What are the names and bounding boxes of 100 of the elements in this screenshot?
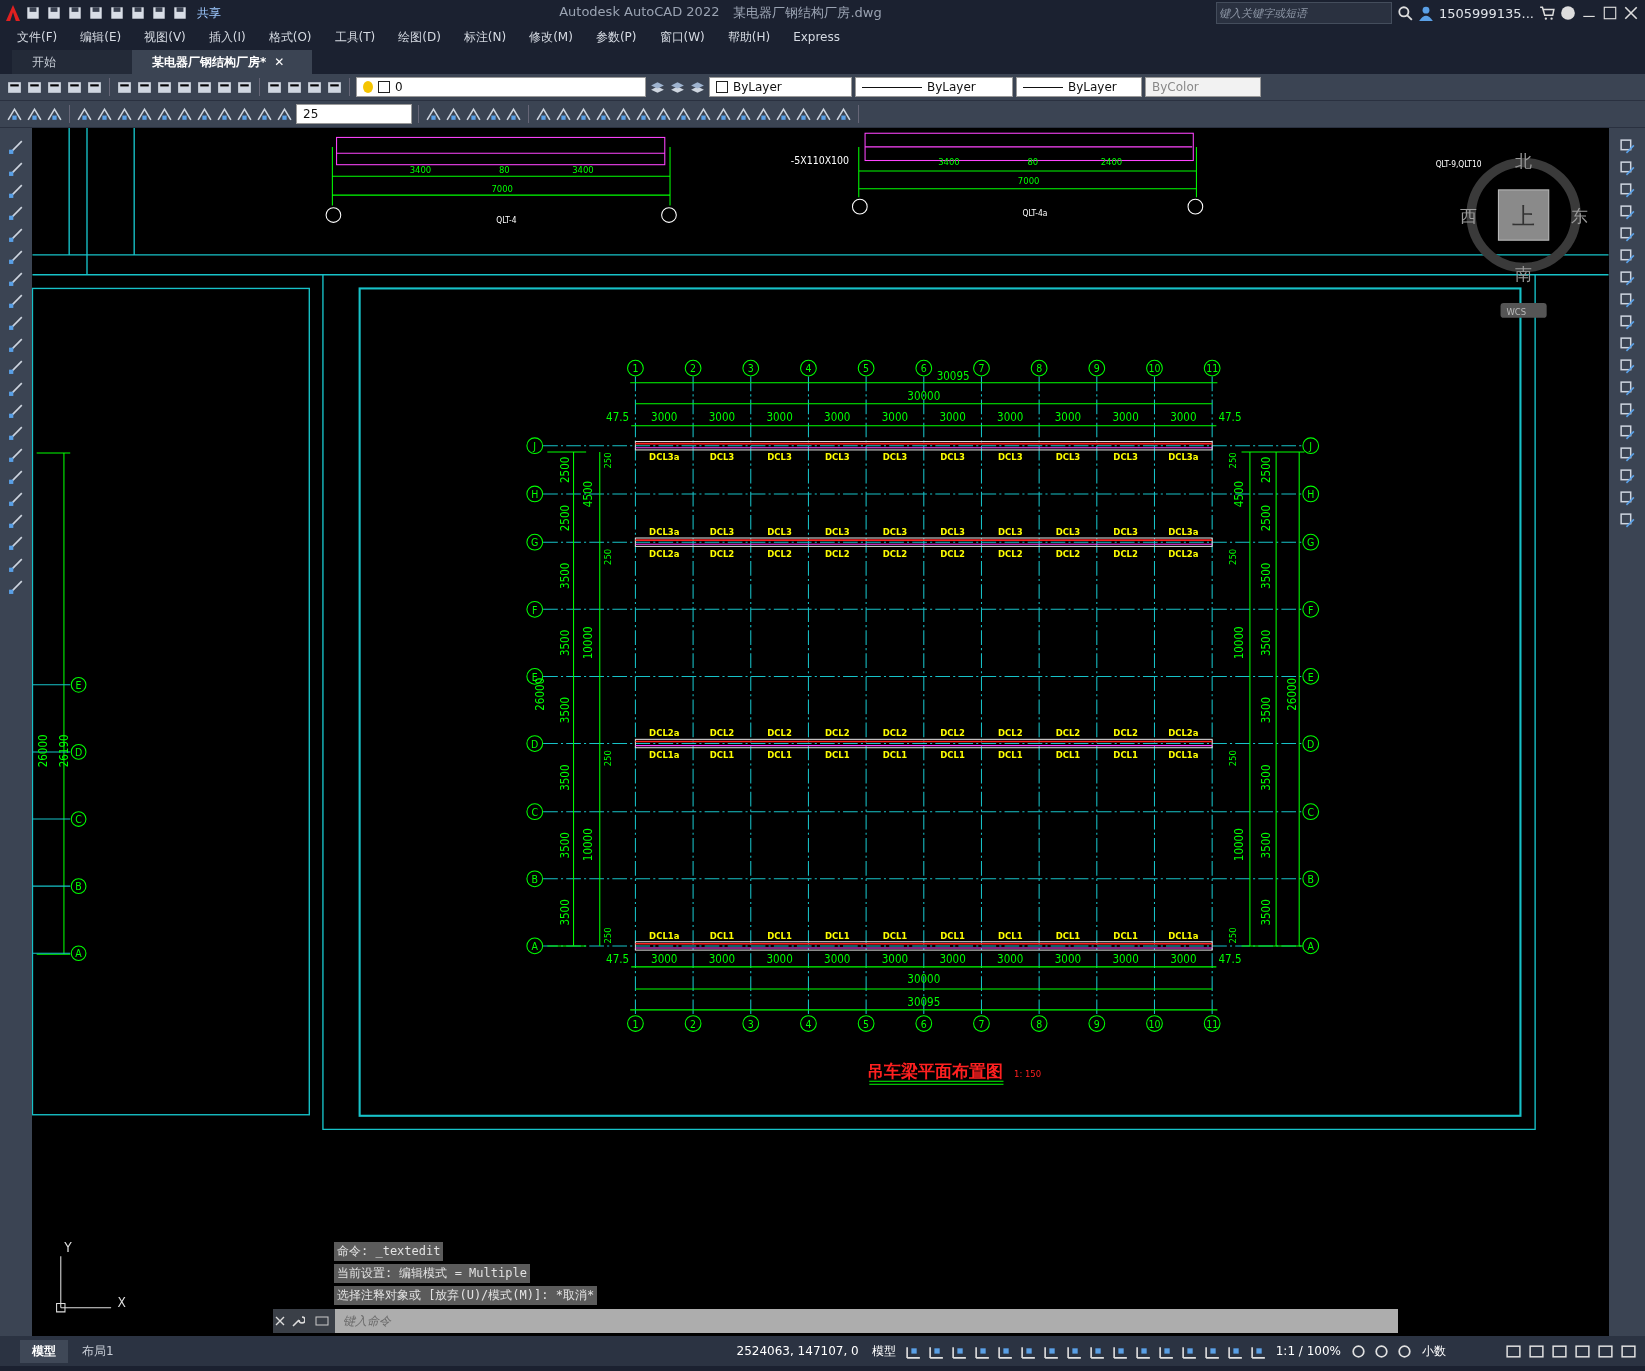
tool-icon[interactable] <box>755 105 772 123</box>
compass-label[interactable]: 北 <box>1515 150 1533 171</box>
maximize-icon[interactable] <box>1602 5 1618 21</box>
search-field[interactable]: 键入关键字或短语 <box>1215 2 1392 24</box>
quick-access-icon[interactable] <box>172 5 188 21</box>
menu-item[interactable]: 窗口(W) <box>659 28 705 46</box>
status-toggle-icon[interactable] <box>1396 1342 1413 1360</box>
modify-tool-icon[interactable] <box>1618 270 1636 287</box>
menu-item[interactable]: 修改(M) <box>529 28 573 46</box>
modify-tool-icon[interactable] <box>1618 226 1636 243</box>
command-icon[interactable] <box>315 1314 329 1328</box>
tool-icon[interactable] <box>635 105 652 123</box>
tool-icon[interactable] <box>735 105 752 123</box>
color-dropdown[interactable]: ByLayer <box>709 77 852 97</box>
modify-tool-icon[interactable] <box>1618 490 1636 507</box>
modify-tool-icon[interactable] <box>1618 424 1636 441</box>
draw-tool-icon[interactable] <box>7 534 25 551</box>
wcs-menu[interactable] <box>1500 303 1547 318</box>
tool-icon[interactable] <box>835 105 852 123</box>
compass-label[interactable]: 西 <box>1459 206 1477 227</box>
layout-tab[interactable]: 模型 <box>20 1339 68 1363</box>
menu-item[interactable]: 参数(P) <box>595 28 637 46</box>
app-logo-icon[interactable] <box>6 5 20 21</box>
tool-icon[interactable] <box>505 105 522 123</box>
status-toggle-icon[interactable] <box>1350 1342 1367 1360</box>
document-tab[interactable]: 开始 <box>12 50 132 74</box>
lineweight-dropdown[interactable]: ByLayer <box>1016 77 1142 97</box>
draw-tool-icon[interactable] <box>7 358 25 375</box>
draw-tool-icon[interactable] <box>7 578 25 595</box>
quick-access-icon[interactable] <box>130 5 146 21</box>
status-toggle-icon[interactable] <box>1528 1342 1545 1360</box>
modify-tool-icon[interactable] <box>1618 138 1636 155</box>
tool-icon[interactable] <box>6 105 23 123</box>
units-dropdown[interactable]: 小数 <box>1419 1342 1499 1360</box>
menu-item[interactable]: 帮助(H) <box>727 28 771 46</box>
draw-tool-icon[interactable] <box>7 138 25 155</box>
modify-tool-icon[interactable] <box>1618 160 1636 177</box>
cart-icon[interactable] <box>1539 5 1555 21</box>
quick-access-icon[interactable] <box>88 5 104 21</box>
tool-icon[interactable] <box>465 105 482 123</box>
modify-tool-icon[interactable] <box>1618 204 1636 221</box>
status-toggle-icon[interactable] <box>1597 1342 1614 1360</box>
tool-icon[interactable] <box>156 105 173 123</box>
quick-access-icon[interactable] <box>46 5 62 21</box>
tool-icon[interactable] <box>795 105 812 123</box>
modify-tool-icon[interactable] <box>1618 446 1636 463</box>
draw-tool-icon[interactable] <box>7 402 25 419</box>
layer-dropdown[interactable]: 0 <box>356 77 646 97</box>
quick-access-icon[interactable] <box>67 5 83 21</box>
compass-label[interactable]: 东 <box>1570 206 1588 227</box>
close-icon[interactable] <box>1623 5 1639 21</box>
layout-tab[interactable]: 布局1 <box>70 1339 126 1363</box>
status-toggle-icon[interactable] <box>1551 1342 1568 1360</box>
linetype-dropdown[interactable]: ByLayer <box>855 77 1013 97</box>
status-toggle-icon[interactable] <box>1620 1342 1637 1360</box>
modify-tool-icon[interactable] <box>1618 512 1636 529</box>
tool-icon[interactable] <box>425 105 442 123</box>
draw-tool-icon[interactable] <box>7 556 25 573</box>
tool-icon[interactable] <box>485 105 502 123</box>
tab-close-button[interactable]: ✕ <box>274 55 285 69</box>
tool-icon[interactable] <box>575 105 592 123</box>
status-toggle-icon[interactable] <box>1574 1342 1591 1360</box>
tool-icon[interactable] <box>595 105 612 123</box>
tool-icon[interactable] <box>695 105 712 123</box>
draw-tool-icon[interactable] <box>7 160 25 177</box>
draw-tool-icon[interactable] <box>7 204 25 221</box>
draw-tool-icon[interactable] <box>7 314 25 331</box>
tool-icon[interactable] <box>615 105 632 123</box>
menu-item[interactable]: 格式(O) <box>268 28 312 46</box>
document-tab[interactable]: 某电器厂钢结构厂房* ✕ <box>132 50 312 74</box>
draw-tool-icon[interactable] <box>7 248 25 265</box>
menu-item[interactable]: 工具(T) <box>334 28 376 46</box>
modify-tool-icon[interactable] <box>1618 248 1636 265</box>
tool-icon[interactable] <box>236 105 253 123</box>
user-name[interactable]: 1505999135... <box>1438 5 1534 21</box>
draw-tool-icon[interactable] <box>7 424 25 441</box>
tool-icon[interactable] <box>775 105 792 123</box>
modify-tool-icon[interactable] <box>1618 380 1636 397</box>
tool-icon[interactable] <box>46 105 63 123</box>
close-icon[interactable] <box>273 1314 287 1328</box>
tool-icon[interactable] <box>26 105 43 123</box>
modify-tool-icon[interactable] <box>1618 358 1636 375</box>
draw-tool-icon[interactable] <box>7 446 25 463</box>
tool-icon[interactable] <box>715 105 732 123</box>
draw-tool-icon[interactable] <box>7 468 25 485</box>
tool-icon[interactable] <box>136 105 153 123</box>
menu-item[interactable]: 插入(I) <box>208 28 246 46</box>
menu-item[interactable]: 标注(N) <box>463 28 507 46</box>
tool-icon[interactable] <box>176 105 193 123</box>
draw-tool-icon[interactable] <box>7 512 25 529</box>
tool-icon[interactable] <box>535 105 552 123</box>
tool-icon[interactable] <box>196 105 213 123</box>
viewcube-face[interactable] <box>1497 189 1550 241</box>
menu-item[interactable]: 文件(F) <box>17 28 58 46</box>
tool-icon[interactable] <box>276 105 293 123</box>
quick-access-icon[interactable] <box>151 5 167 21</box>
model-space-button[interactable]: 模型 <box>868 1342 899 1360</box>
modify-tool-icon[interactable] <box>1618 292 1636 309</box>
tool-icon[interactable] <box>655 105 672 123</box>
tool-icon[interactable] <box>116 105 133 123</box>
